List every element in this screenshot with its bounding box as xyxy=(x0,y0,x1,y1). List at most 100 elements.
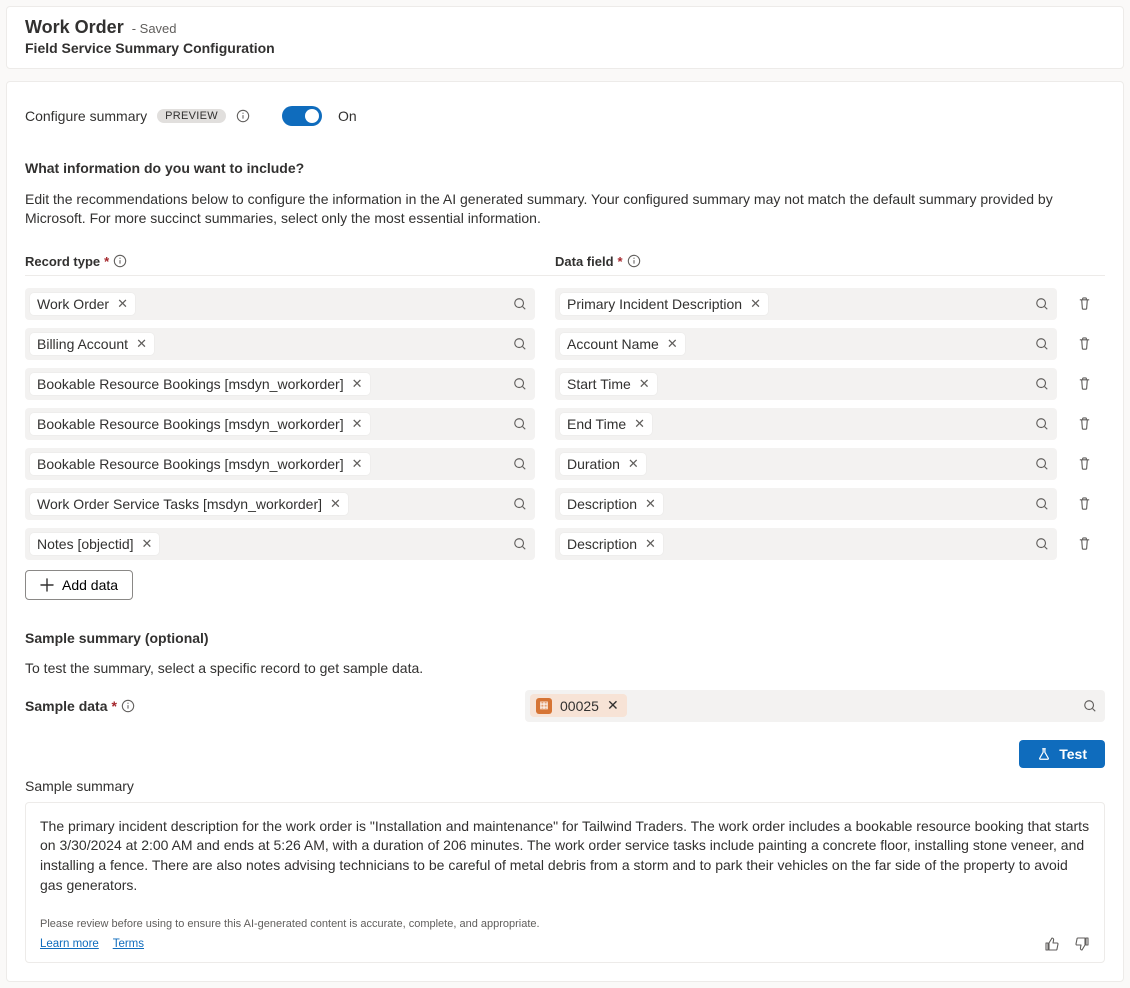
record-type-value: Billing Account xyxy=(37,336,128,352)
learn-more-link[interactable]: Learn more xyxy=(40,938,99,950)
record-type-chip[interactable]: Notes [objectid]✕ xyxy=(30,533,159,555)
search-icon[interactable] xyxy=(1035,457,1049,471)
data-field-lookup[interactable]: Account Name✕ xyxy=(555,328,1057,360)
search-icon[interactable] xyxy=(513,297,527,311)
data-field-lookup[interactable]: Description ✕ xyxy=(555,528,1057,560)
delete-row-button[interactable] xyxy=(1077,496,1105,511)
configure-summary-toggle[interactable] xyxy=(282,106,322,126)
data-field-lookup[interactable]: Primary Incident Description ✕ xyxy=(555,288,1057,320)
main-card: Configure summary PREVIEW On What inform… xyxy=(6,81,1124,982)
thumbs-down-icon[interactable] xyxy=(1074,936,1090,952)
record-type-chip[interactable]: Work Order ✕ xyxy=(30,293,135,315)
search-icon[interactable] xyxy=(513,497,527,511)
remove-chip-icon[interactable]: ✕ xyxy=(634,416,645,432)
record-type-value: Bookable Resource Bookings [msdyn_workor… xyxy=(37,456,344,472)
add-data-button[interactable]: Add data xyxy=(25,570,133,600)
record-type-chip[interactable]: Bookable Resource Bookings [msdyn_workor… xyxy=(30,373,370,395)
remove-chip-icon[interactable]: ✕ xyxy=(136,336,147,352)
data-field-chip[interactable]: End Time✕ xyxy=(560,413,652,435)
remove-chip-icon[interactable]: ✕ xyxy=(645,536,656,552)
data-field-value: Primary Incident Description xyxy=(567,296,742,312)
record-type-lookup[interactable]: Billing Account ✕ xyxy=(25,328,535,360)
data-field-chip[interactable]: Description ✕ xyxy=(560,493,663,515)
data-field-lookup[interactable]: End Time✕ xyxy=(555,408,1057,440)
remove-chip-icon[interactable]: ✕ xyxy=(645,496,656,512)
data-field-chip[interactable]: Account Name✕ xyxy=(560,333,685,355)
thumbs-up-icon[interactable] xyxy=(1044,936,1060,952)
record-type-chip[interactable]: Bookable Resource Bookings [msdyn_workor… xyxy=(30,413,370,435)
data-field-chip[interactable]: Primary Incident Description ✕ xyxy=(560,293,768,315)
remove-chip-icon[interactable]: ✕ xyxy=(628,456,639,472)
flask-icon xyxy=(1037,747,1051,761)
search-icon[interactable] xyxy=(1035,497,1049,511)
remove-chip-icon[interactable]: ✕ xyxy=(607,697,619,714)
record-type-lookup[interactable]: Notes [objectid]✕ xyxy=(25,528,535,560)
test-button[interactable]: Test xyxy=(1019,740,1105,768)
data-field-header-text: Data field xyxy=(555,254,614,269)
data-field-chip[interactable]: Start Time ✕ xyxy=(560,373,657,395)
record-type-value: Work Order xyxy=(37,296,109,312)
info-icon[interactable] xyxy=(627,254,641,268)
config-row: Bookable Resource Bookings [msdyn_workor… xyxy=(25,408,1105,440)
record-type-chip[interactable]: Bookable Resource Bookings [msdyn_workor… xyxy=(30,453,370,475)
sample-data-chip[interactable]: ▦ 00025 ✕ xyxy=(530,694,627,717)
sample-summary-heading: Sample summary (optional) xyxy=(25,630,1105,646)
data-field-value: Start Time xyxy=(567,376,631,392)
remove-chip-icon[interactable]: ✕ xyxy=(352,456,363,472)
info-icon[interactable] xyxy=(113,254,127,268)
config-row: Bookable Resource Bookings [msdyn_workor… xyxy=(25,448,1105,480)
search-icon[interactable] xyxy=(1035,337,1049,351)
delete-row-button[interactable] xyxy=(1077,536,1105,551)
record-type-lookup[interactable]: Bookable Resource Bookings [msdyn_workor… xyxy=(25,448,535,480)
remove-chip-icon[interactable]: ✕ xyxy=(352,416,363,432)
remove-chip-icon[interactable]: ✕ xyxy=(142,536,153,552)
remove-chip-icon[interactable]: ✕ xyxy=(117,296,128,312)
search-icon[interactable] xyxy=(513,417,527,431)
delete-row-button[interactable] xyxy=(1077,296,1105,311)
search-icon[interactable] xyxy=(1035,297,1049,311)
remove-chip-icon[interactable]: ✕ xyxy=(352,376,363,392)
search-icon[interactable] xyxy=(513,537,527,551)
delete-row-button[interactable] xyxy=(1077,376,1105,391)
data-field-lookup[interactable]: Duration✕ xyxy=(555,448,1057,480)
sample-summary-label: Sample summary xyxy=(25,778,1105,794)
remove-chip-icon[interactable]: ✕ xyxy=(639,376,650,392)
data-field-value: Description xyxy=(567,496,637,512)
record-type-chip[interactable]: Work Order Service Tasks [msdyn_workorde… xyxy=(30,493,348,515)
data-field-chip[interactable]: Description ✕ xyxy=(560,533,663,555)
remove-chip-icon[interactable]: ✕ xyxy=(330,496,341,512)
data-field-value: Description xyxy=(567,536,637,552)
record-type-chip[interactable]: Billing Account ✕ xyxy=(30,333,154,355)
data-field-chip[interactable]: Duration✕ xyxy=(560,453,646,475)
delete-row-button[interactable] xyxy=(1077,336,1105,351)
delete-row-button[interactable] xyxy=(1077,456,1105,471)
record-type-lookup[interactable]: Work Order ✕ xyxy=(25,288,535,320)
search-icon[interactable] xyxy=(1035,537,1049,551)
save-status: - Saved xyxy=(132,21,177,36)
data-field-lookup[interactable]: Start Time ✕ xyxy=(555,368,1057,400)
sample-data-input[interactable]: ▦ 00025 ✕ xyxy=(525,690,1105,722)
info-icon[interactable] xyxy=(121,699,135,713)
search-icon[interactable] xyxy=(513,377,527,391)
header-card: Work Order - Saved Field Service Summary… xyxy=(6,6,1124,69)
record-type-lookup[interactable]: Work Order Service Tasks [msdyn_workorde… xyxy=(25,488,535,520)
include-description: Edit the recommendations below to config… xyxy=(25,190,1105,228)
configure-summary-row: Configure summary PREVIEW On xyxy=(25,106,1105,126)
search-icon[interactable] xyxy=(1035,417,1049,431)
summary-box: The primary incident description for the… xyxy=(25,802,1105,963)
terms-link[interactable]: Terms xyxy=(113,938,144,950)
remove-chip-icon[interactable]: ✕ xyxy=(750,296,761,312)
search-icon[interactable] xyxy=(513,337,527,351)
data-field-lookup[interactable]: Description ✕ xyxy=(555,488,1057,520)
sample-data-label-text: Sample data xyxy=(25,698,107,714)
search-icon[interactable] xyxy=(513,457,527,471)
delete-row-button[interactable] xyxy=(1077,416,1105,431)
search-icon[interactable] xyxy=(1083,699,1097,713)
record-type-lookup[interactable]: Bookable Resource Bookings [msdyn_workor… xyxy=(25,368,535,400)
sample-section: Sample summary (optional) To test the su… xyxy=(25,630,1105,963)
search-icon[interactable] xyxy=(1035,377,1049,391)
info-icon[interactable] xyxy=(236,109,250,123)
remove-chip-icon[interactable]: ✕ xyxy=(667,336,678,352)
config-row: Billing Account✕Account Name✕ xyxy=(25,328,1105,360)
record-type-lookup[interactable]: Bookable Resource Bookings [msdyn_workor… xyxy=(25,408,535,440)
